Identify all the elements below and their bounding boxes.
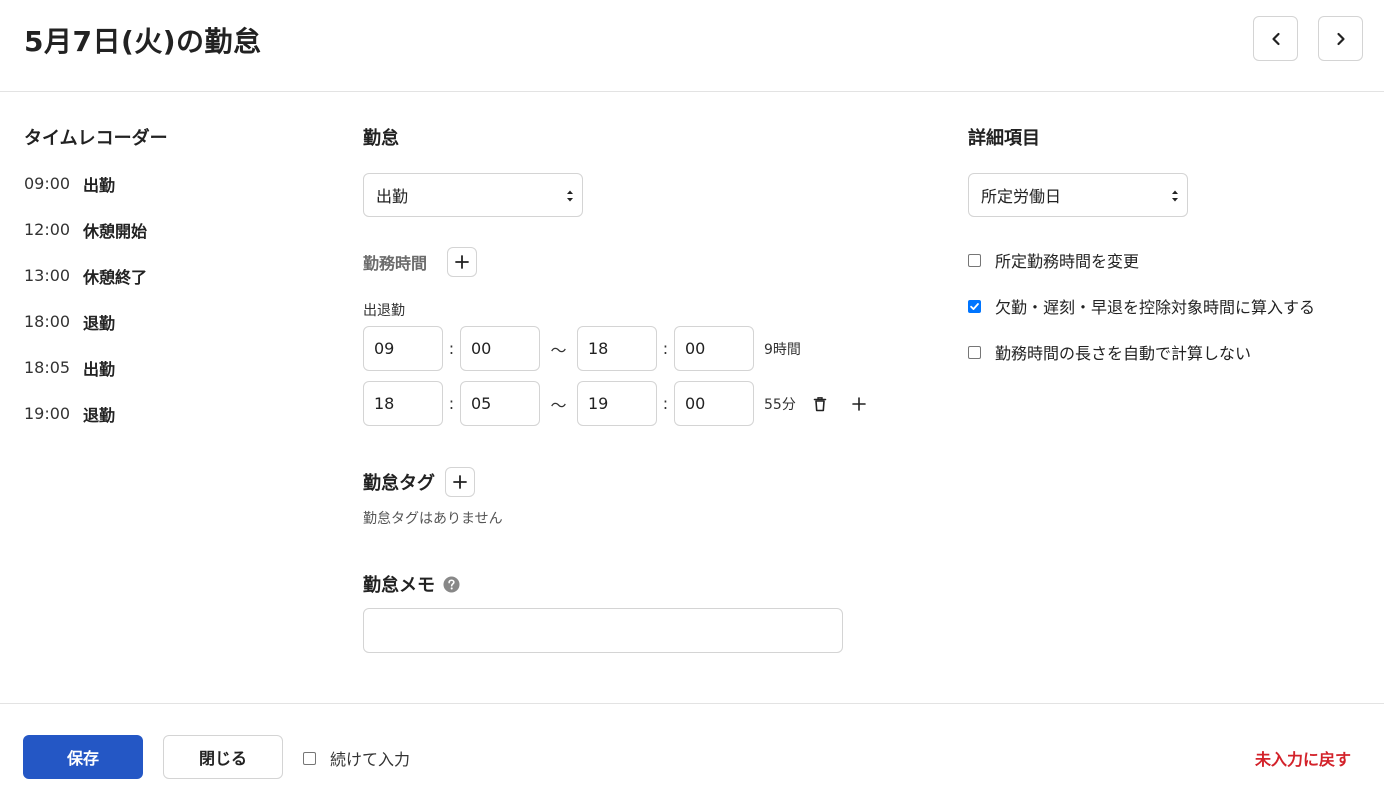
- entry-time: 09:00: [24, 174, 71, 193]
- header: 5月7日(火)の勤怠: [0, 0, 1384, 92]
- entry-time: 13:00: [24, 266, 71, 285]
- time-recorder-entry: 18:05 出勤: [24, 356, 304, 379]
- entry-type: 休憩開始: [83, 221, 148, 241]
- duration-text: 9時間: [764, 341, 801, 358]
- checkbox-label: 欠勤・遅刻・早退を控除対象時間に算入する: [995, 298, 1316, 317]
- day-type-value: 所定労働日: [981, 187, 1062, 206]
- duration-text: 55分: [764, 396, 796, 413]
- colon-separator: :: [448, 394, 455, 413]
- save-button[interactable]: 保存: [23, 735, 143, 779]
- range-separator: 〜: [550, 395, 567, 415]
- select-arrows-icon: [567, 190, 573, 202]
- chevron-left-icon: [1271, 32, 1280, 45]
- tags-title: 勤怠タグ: [363, 473, 435, 494]
- next-day-button[interactable]: [1318, 16, 1363, 61]
- time-recorder-entry: 13:00 休憩終了: [24, 264, 304, 287]
- attendance-status-select[interactable]: 出勤: [363, 173, 583, 217]
- revert-to-unentered-button[interactable]: 未入力に戻す: [1255, 746, 1351, 770]
- end-hour-input[interactable]: 18: [577, 326, 657, 371]
- memo-input[interactable]: [363, 608, 843, 653]
- attendance-title: 勤怠: [363, 128, 399, 149]
- disable-auto-calc-checkbox[interactable]: 勤務時間の長さを自動で計算しない: [968, 340, 1251, 364]
- work-time-row: 09 : 00 〜 18 : 00 9時間: [363, 326, 801, 371]
- attendance-panel: 勤怠 出勤 勤務時間 出退勤 09 : 00 〜 18 : 00 9時間 18 …: [363, 124, 923, 653]
- plus-icon: [852, 396, 866, 411]
- plus-icon: [455, 255, 469, 269]
- start-hour-input[interactable]: 18: [363, 381, 443, 426]
- checkbox-label: 所定勤務時間を変更: [995, 252, 1140, 271]
- work-time-header: 勤務時間: [363, 247, 478, 277]
- time-recorder-panel: タイムレコーダー 09:00 出勤 12:00 休憩開始 13:00 休憩終了 …: [24, 124, 304, 448]
- time-recorder-entry: 09:00 出勤: [24, 172, 304, 195]
- footer: 保存 閉じる 続けて入力 未入力に戻す: [0, 703, 1384, 797]
- memo-title: 勤怠メモ: [363, 575, 435, 596]
- end-hour-input[interactable]: 19: [577, 381, 657, 426]
- prev-day-button[interactable]: [1253, 16, 1298, 61]
- trash-icon: [813, 396, 827, 411]
- colon-separator: :: [448, 339, 455, 358]
- entry-type: 退勤: [83, 405, 116, 425]
- plus-icon: [453, 475, 467, 489]
- time-recorder-entry: 19:00 退勤: [24, 402, 304, 425]
- tags-header: 勤怠タグ: [363, 467, 475, 497]
- delete-row-button[interactable]: [808, 392, 832, 416]
- time-recorder-entry: 18:00 退勤: [24, 310, 304, 333]
- end-minute-input[interactable]: 00: [674, 381, 754, 426]
- checkbox-box[interactable]: [303, 751, 316, 765]
- work-time-row: 18 : 05 〜 19 : 00 55分: [363, 381, 871, 426]
- close-button[interactable]: 閉じる: [163, 735, 283, 779]
- checkbox-label: 勤務時間の長さを自動で計算しない: [995, 344, 1252, 363]
- end-minute-input[interactable]: 00: [674, 326, 754, 371]
- entry-type: 休憩終了: [83, 267, 148, 287]
- checkbox-box[interactable]: [968, 253, 981, 267]
- add-row-button[interactable]: [847, 392, 871, 416]
- time-recorder-title: タイムレコーダー: [24, 128, 168, 149]
- day-type-select[interactable]: 所定労働日: [968, 173, 1188, 217]
- colon-separator: :: [662, 394, 669, 413]
- entry-type: 出勤: [83, 175, 116, 195]
- clock-in-out-label: 出退勤: [363, 303, 405, 319]
- chevron-right-icon: [1336, 32, 1345, 45]
- start-hour-input[interactable]: 09: [363, 326, 443, 371]
- help-icon[interactable]: [443, 575, 460, 593]
- continue-input-label: 続けて入力: [330, 750, 411, 769]
- add-work-time-button[interactable]: [447, 247, 478, 277]
- entry-time: 18:05: [24, 358, 71, 377]
- tags-empty-text: 勤怠タグはありません: [363, 511, 503, 527]
- colon-separator: :: [662, 339, 669, 358]
- entry-time: 18:00: [24, 312, 71, 331]
- range-separator: 〜: [550, 340, 567, 360]
- time-recorder-entry: 12:00 休憩開始: [24, 218, 304, 241]
- checkbox-box[interactable]: [968, 345, 981, 359]
- checkbox-box[interactable]: [968, 299, 981, 313]
- change-scheduled-hours-checkbox[interactable]: 所定勤務時間を変更: [968, 248, 1139, 272]
- entry-type: 退勤: [83, 313, 116, 333]
- entry-type: 出勤: [83, 359, 116, 379]
- details-title: 詳細項目: [968, 128, 1040, 149]
- start-minute-input[interactable]: 05: [460, 381, 540, 426]
- attendance-status-value: 出勤: [376, 187, 409, 206]
- check-icon: [970, 302, 979, 310]
- include-deduction-checkbox[interactable]: 欠勤・遅刻・早退を控除対象時間に算入する: [968, 294, 1315, 318]
- memo-header: 勤怠メモ: [363, 571, 460, 597]
- page-title: 5月7日(火)の勤怠: [24, 25, 262, 58]
- details-panel: 詳細項目 所定労働日 所定勤務時間を変更 欠勤・遅刻・早退を控除対象時間に算入す…: [968, 124, 1368, 363]
- continue-input-checkbox[interactable]: 続けて入力: [303, 746, 410, 770]
- entry-time: 19:00: [24, 404, 71, 423]
- add-tag-button[interactable]: [445, 467, 475, 497]
- time-recorder-list: 09:00 出勤 12:00 休憩開始 13:00 休憩終了 18:00 退勤 …: [24, 172, 304, 425]
- work-time-title: 勤務時間: [363, 254, 428, 273]
- entry-time: 12:00: [24, 220, 71, 239]
- select-arrows-icon: [1172, 190, 1178, 202]
- start-minute-input[interactable]: 00: [460, 326, 540, 371]
